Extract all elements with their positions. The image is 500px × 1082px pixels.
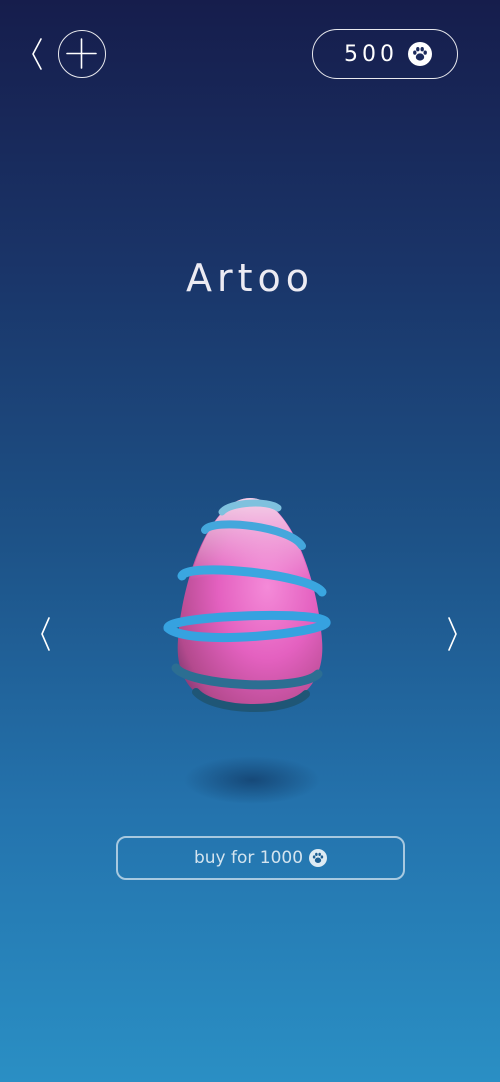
- balance-value: 500: [344, 41, 398, 67]
- back-button[interactable]: [26, 34, 50, 74]
- chevron-left-icon: [41, 617, 50, 651]
- paw-coin-icon: [408, 42, 432, 66]
- paw-coin-icon: [309, 849, 328, 867]
- next-pet-button[interactable]: [440, 614, 464, 654]
- buy-button[interactable]: buy for 1000: [116, 836, 405, 880]
- chevron-left-icon: [32, 38, 42, 70]
- plus-icon: [66, 38, 97, 69]
- previous-pet-button[interactable]: [34, 614, 58, 654]
- add-button[interactable]: [58, 30, 106, 78]
- pet-name: Artoo: [185, 256, 314, 300]
- pet-egg-image: [150, 480, 350, 810]
- chevron-right-icon: [448, 617, 457, 651]
- coin-balance: 500: [312, 29, 458, 79]
- buy-button-label: buy for 1000: [193, 848, 304, 868]
